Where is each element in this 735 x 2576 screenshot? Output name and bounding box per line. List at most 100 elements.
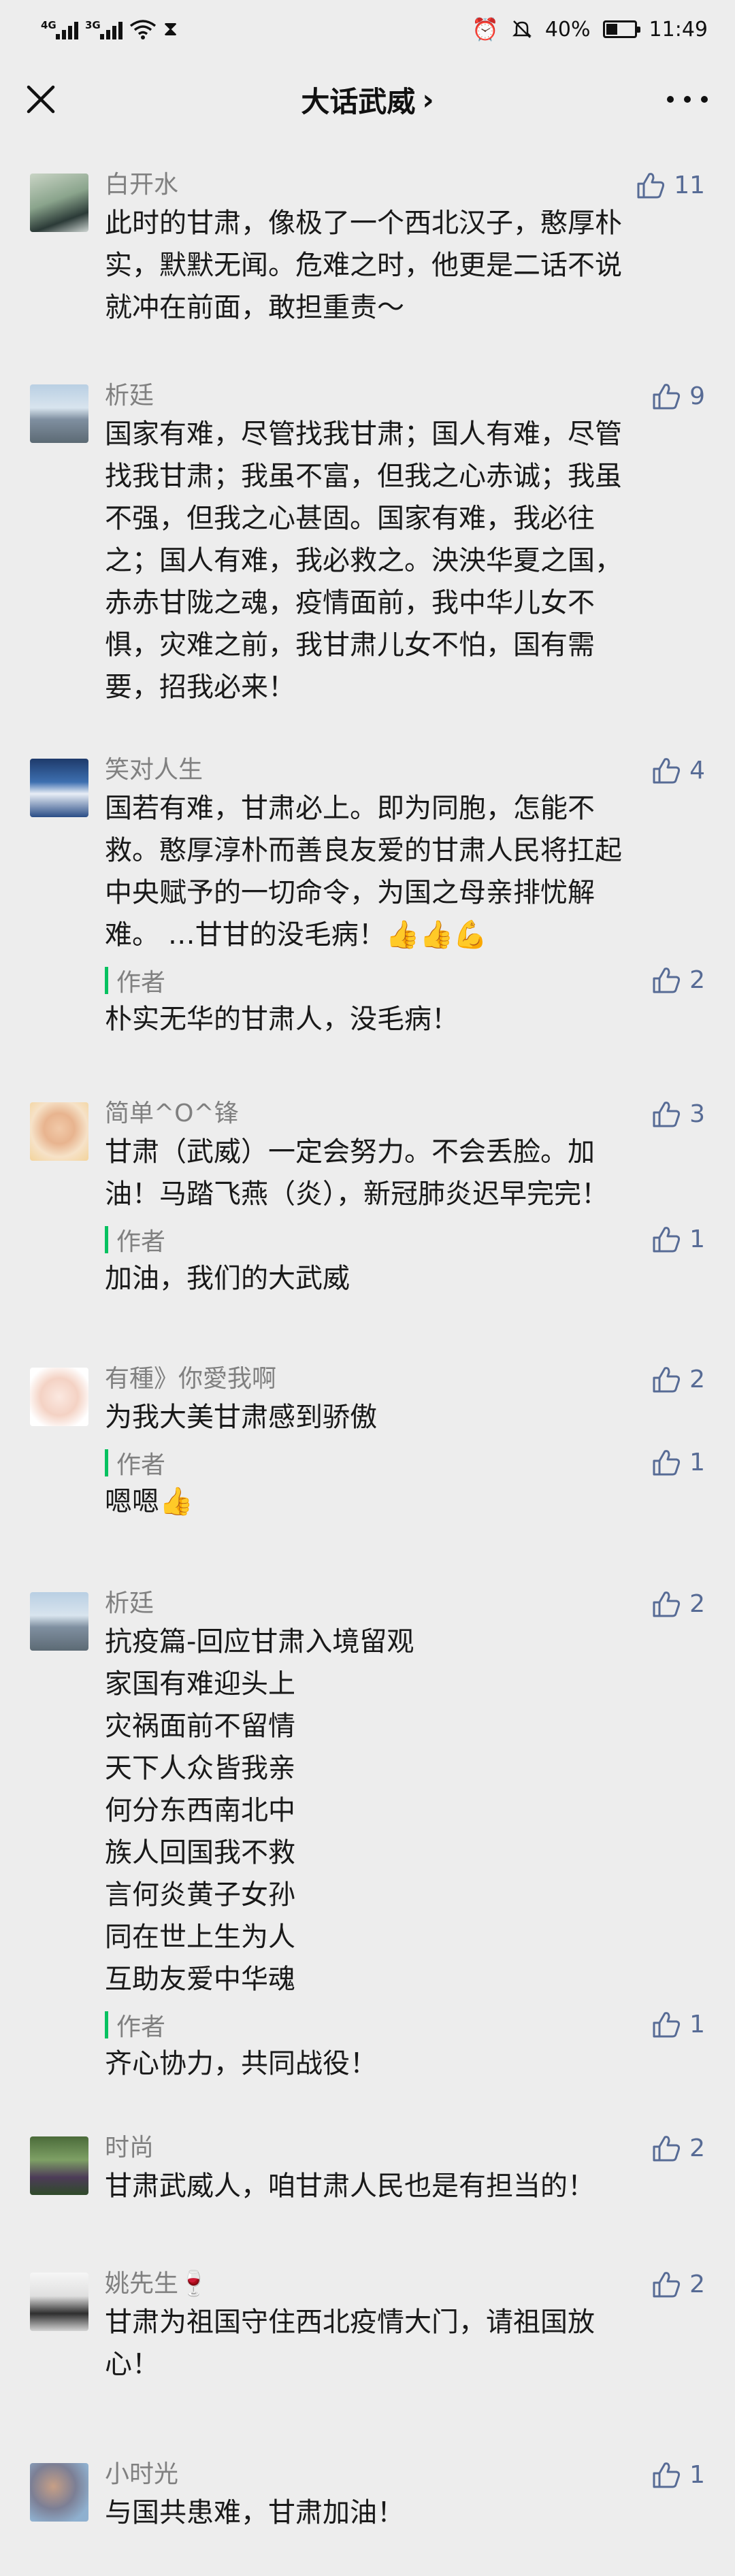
like-count: 1: [689, 2460, 705, 2489]
status-left: 4G 3G ⧗: [41, 14, 178, 45]
author-label: 作者: [116, 969, 166, 997]
like-count: 2: [689, 965, 705, 994]
author-reply-label: 作者: [105, 1448, 165, 1479]
comment-text-line: 油！马踏飞燕（炎），新冠肺炎迟早完完！: [105, 1178, 608, 1210]
like-button[interactable]: 4: [651, 755, 705, 786]
comment-text-line: 就冲在前面，敢担重责～: [105, 292, 404, 323]
comment-text-line: 难。 …甘甘的没毛病！👍👍💪: [105, 919, 488, 951]
avatar[interactable]: [30, 2273, 88, 2331]
commenter-name[interactable]: 小时光: [105, 2460, 178, 2489]
avatar[interactable]: [30, 174, 88, 232]
avatar[interactable]: [30, 384, 88, 443]
author-reply-line: 嗯嗯👍: [105, 1486, 193, 1517]
comment-text-line: 此时的甘肃，像极了一个西北汉子，憨厚朴: [105, 208, 622, 239]
thumbs-up-icon[interactable]: [651, 1224, 681, 1254]
thumbs-up-icon[interactable]: [651, 1447, 681, 1477]
author-reply-bar: [105, 1226, 108, 1253]
commenter-name[interactable]: 简单^O^锋: [105, 1100, 239, 1128]
comment-text-line: 实，默默无闻。危难之时，他更是二话不说: [105, 250, 622, 281]
comment-text-line: 甘肃武威人，咱甘肃人民也是有担当的！: [105, 2170, 595, 2202]
thumbs-up-icon[interactable]: [651, 2009, 681, 2039]
author-reply-bar: [105, 1449, 108, 1476]
thumbs-up-icon[interactable]: [651, 1364, 681, 1394]
thumbs-up-icon[interactable]: [651, 2269, 681, 2299]
author-reply-text: 朴实无华的甘肃人，没毛病！: [105, 998, 683, 1040]
thumbs-up-icon[interactable]: [651, 1589, 681, 1619]
comment-text-line: 同在世上生为人: [105, 1921, 295, 1953]
avatar[interactable]: [30, 1368, 88, 1426]
author-reply-bar: [105, 967, 108, 994]
comment-text-line: 抗疫篇-回应甘肃入境留观: [105, 1626, 414, 1657]
like-button[interactable]: 1: [651, 2459, 705, 2490]
battery-fill: [606, 24, 617, 35]
comment-text-line: 甘肃为祖国守住西北疫情大门，请祖国放: [105, 2307, 595, 2338]
like-button[interactable]: 3: [651, 1098, 705, 1129]
comment-text-line: 何分东西南北中: [105, 1795, 295, 1826]
reply-like-button[interactable]: 1: [651, 1447, 705, 1478]
thumbs-up-icon[interactable]: [651, 2460, 681, 2490]
thumbs-up-icon[interactable]: [651, 965, 681, 995]
avatar[interactable]: [30, 759, 88, 817]
reply-like-button[interactable]: 1: [651, 2009, 705, 2040]
like-button[interactable]: 2: [651, 1588, 705, 1619]
like-count: 2: [689, 1365, 705, 1393]
avatar[interactable]: [30, 2136, 88, 2195]
page-title[interactable]: 大话武威 ›: [0, 59, 735, 140]
like-count: 1: [689, 1448, 705, 1476]
reply-like-button[interactable]: 2: [651, 964, 705, 995]
like-button[interactable]: 9: [651, 380, 705, 412]
author-label: 作者: [116, 1228, 166, 1256]
like-button[interactable]: 2: [651, 1364, 705, 1395]
like-count: 4: [689, 756, 705, 785]
chevron-right-icon[interactable]: ›: [422, 83, 434, 116]
commenter-name[interactable]: 白开水: [105, 171, 178, 199]
commenter-name[interactable]: 姚先生🍷: [105, 2270, 209, 2298]
comment-text-line: 国家有难，尽管找我甘肃；国人有难，尽管: [105, 418, 622, 450]
like-count: 11: [674, 171, 705, 199]
author-reply-text: 齐心协力，共同战役！: [105, 2043, 683, 2085]
reply-like-button[interactable]: 1: [651, 1223, 705, 1255]
wifi-icon: [129, 20, 157, 39]
comment-text: 抗疫篇-回应甘肃入境留观 家国有难迎头上 灾祸面前不留情 天下人众皆我亲 何分东西南北中…: [105, 1621, 683, 2000]
commenter-name[interactable]: 有種》你愛我啊: [105, 1365, 276, 1393]
like-count: 3: [689, 1100, 705, 1128]
more-icon[interactable]: [667, 84, 708, 114]
avatar[interactable]: [30, 2463, 88, 2522]
commenter-name[interactable]: 析廷: [105, 382, 154, 410]
comment-text-line: 惧，灾难之前，我甘肃儿女不怕，国有需: [105, 629, 595, 661]
comment-text-line: 找我甘肃；我虽不富，但我之心赤诚；我虽: [105, 461, 622, 492]
comment-text-line: 赤赤甘陇之魂，疫情面前，我中华儿女不: [105, 587, 595, 618]
comment-text-line: 要，招我必来！: [105, 672, 295, 703]
sim2-label: 3G: [85, 19, 101, 31]
commenter-name[interactable]: 笑对人生: [105, 756, 203, 785]
like-button[interactable]: 2: [651, 2268, 705, 2300]
thumbs-up-icon[interactable]: [636, 170, 666, 200]
thumbs-up-icon[interactable]: [651, 381, 681, 411]
battery-percent: 40%: [544, 17, 591, 42]
comment-text-line: 天下人众皆我亲: [105, 1753, 295, 1784]
comment-text: 为我大美甘肃感到骄傲: [105, 1396, 683, 1438]
page-title-text[interactable]: 大话武威: [301, 79, 415, 120]
comment-text-line: 灾祸面前不留情: [105, 1711, 295, 1742]
like-count: 1: [689, 1225, 705, 1253]
commenter-name[interactable]: 时尚: [105, 2134, 154, 2162]
like-button[interactable]: 11: [636, 169, 705, 201]
like-button[interactable]: 2: [651, 2132, 705, 2164]
author-reply-label: 作者: [105, 2010, 166, 2041]
avatar[interactable]: [30, 1102, 88, 1161]
clock: 11:49: [649, 17, 708, 42]
thumbs-up-icon[interactable]: [651, 755, 681, 785]
thumbs-up-icon[interactable]: [651, 2133, 681, 2163]
status-right: ⏰ 40% 11:49: [472, 14, 708, 45]
comment-text-line: 为我大美甘肃感到骄傲: [105, 1402, 377, 1433]
author-reply-text: 嗯嗯👍: [105, 1481, 683, 1523]
comment-text-line: 族人回国我不救: [105, 1837, 295, 1868]
commenter-name[interactable]: 析廷: [105, 1589, 154, 1618]
author-reply-line: 齐心协力，共同战役！: [105, 2048, 377, 2079]
author-label: 作者: [116, 2013, 166, 2041]
comment-text-line: 家国有难迎头上: [105, 1668, 295, 1700]
avatar[interactable]: [30, 1592, 88, 1651]
comment-text-line: 互助友爱中华魂: [105, 1964, 295, 1995]
comment-text-line: 国若有难，甘肃必上。即为同胞，怎能不: [105, 793, 595, 824]
thumbs-up-icon[interactable]: [651, 1099, 681, 1129]
